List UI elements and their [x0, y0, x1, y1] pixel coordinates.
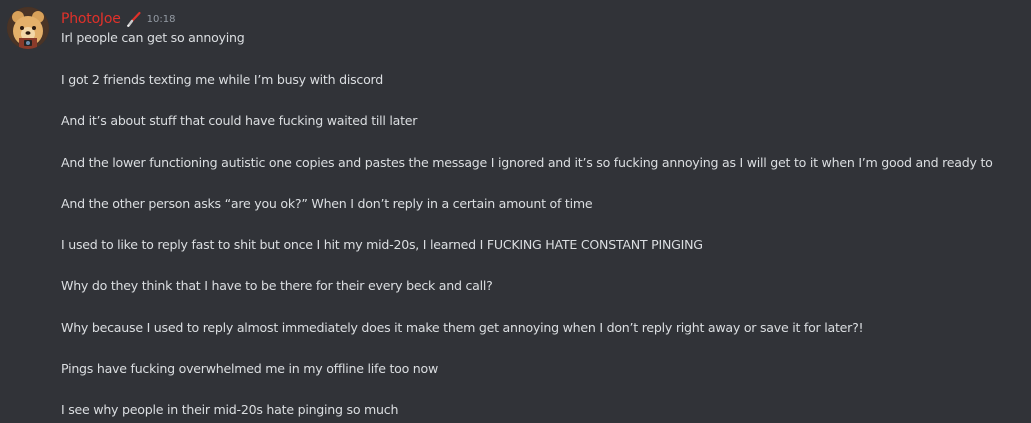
message-line: Pings have fucking overwhelmed me in my …: [61, 361, 439, 376]
message-line: And it’s about stuff that could have fuc…: [61, 113, 418, 128]
message-timestamp[interactable]: 10:18: [147, 14, 176, 25]
message-line: Why do they think that I have to be ther…: [61, 278, 493, 293]
message-line: I got 2 friends texting me while I’m bus…: [61, 72, 383, 87]
message-header: PhotoJoe 10:18: [61, 9, 175, 29]
message-line: Irl people can get so annoying: [61, 30, 245, 45]
message-line: I used to like to reply fast to shit but…: [61, 237, 703, 252]
message-line: I see why people in their mid-20s hate p…: [61, 402, 399, 417]
message-line: And the lower functioning autistic one c…: [61, 155, 993, 170]
message-line: And the other person asks “are you ok?” …: [61, 196, 593, 211]
chat-message: PhotoJoe 10:18 Irl people can get so ann…: [0, 0, 1031, 423]
avatar[interactable]: [7, 7, 49, 49]
username[interactable]: PhotoJoe: [61, 11, 121, 27]
message-line: Why because I used to reply almost immed…: [61, 320, 864, 335]
paintbrush-icon: [125, 10, 143, 28]
